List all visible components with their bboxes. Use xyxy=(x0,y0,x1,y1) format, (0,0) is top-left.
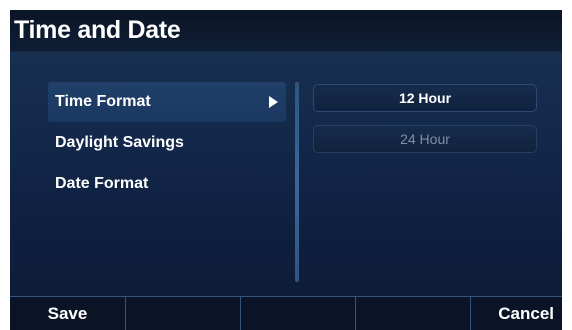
option-24-hour-button[interactable]: 24 Hour xyxy=(313,125,537,153)
page-title: Time and Date xyxy=(14,16,181,44)
cancel-softkey[interactable]: Cancel xyxy=(471,297,562,330)
phone-screen: Time and Date Time Format Daylight Savin… xyxy=(10,10,562,330)
menu-item-label: Time Format xyxy=(55,93,151,110)
content-area: Time Format Daylight Savings Date Format… xyxy=(10,52,562,296)
softkey-4[interactable] xyxy=(356,297,470,330)
option-12-hour-button[interactable]: 12 Hour xyxy=(313,84,537,112)
softkey-label: Cancel xyxy=(498,304,554,323)
softkey-3[interactable] xyxy=(241,297,355,330)
softkey-label: Save xyxy=(47,304,88,323)
menu-item-date-format[interactable]: Date Format xyxy=(48,164,286,204)
menu-item-time-format[interactable]: Time Format xyxy=(48,82,286,122)
option-label: 12 Hour xyxy=(398,90,452,106)
menu-item-daylight-savings[interactable]: Daylight Savings xyxy=(48,123,286,163)
menu-item-label: Daylight Savings xyxy=(55,134,184,151)
title-bar: Time and Date xyxy=(10,10,562,52)
softkey-bar: Save Cancel xyxy=(10,296,562,330)
arrow-right-icon xyxy=(269,96,278,108)
softkey-2[interactable] xyxy=(126,297,240,330)
menu-item-label: Date Format xyxy=(55,175,149,192)
panel-divider xyxy=(295,82,299,282)
save-softkey[interactable]: Save xyxy=(10,297,125,330)
option-label: 24 Hour xyxy=(400,131,450,147)
